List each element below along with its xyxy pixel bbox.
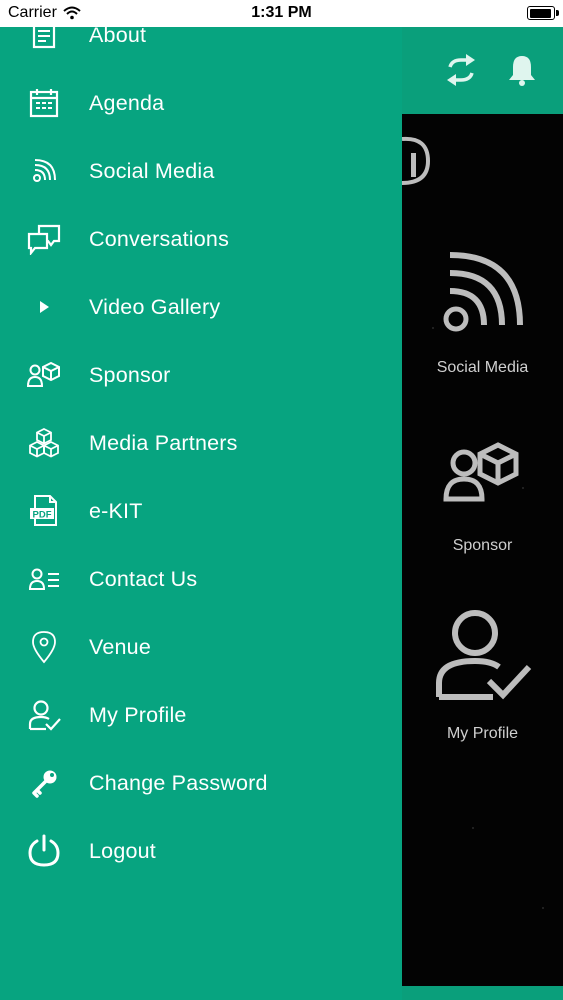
menu-item-my-profile[interactable]: My Profile [0,681,402,749]
menu-item-about[interactable]: About [0,27,402,69]
contact-card-icon [25,560,63,598]
battery-fill [529,8,552,18]
menu-item-social-media[interactable]: Social Media [0,137,402,205]
svg-text:PDF: PDF [33,510,52,521]
menu-item-video-gallery[interactable]: Video Gallery [0,273,402,341]
menu-item-media-partners[interactable]: Media Partners [0,409,402,477]
battery-icon [527,6,559,20]
menu-label: Logout [89,838,156,863]
menu-item-agenda[interactable]: Agenda [0,69,402,137]
tile-label: My Profile [446,725,519,742]
menu-item-logout[interactable]: Logout [0,817,402,885]
menu-item-change-password[interactable]: Change Password [0,749,402,817]
menu-item-contact-us[interactable]: Contact Us [0,545,402,613]
person-cube-icon [25,356,63,394]
user-check-icon [25,696,63,734]
menu-label: Social Media [89,158,215,183]
menu-item-e-kit[interactable]: PDF e-KIT [0,477,402,545]
rss-icon [443,252,523,332]
tile-social-media[interactable]: Social Media [402,247,563,377]
status-bar: Carrier 1:31 PM [0,0,563,27]
menu-label: e-KIT [89,498,143,523]
pdf-icon: PDF [25,492,63,530]
bell-icon[interactable] [506,53,538,87]
play-icon [25,288,63,326]
menu-label: Conversations [89,226,230,251]
tile-my-profile[interactable]: My Profile [402,605,563,743]
menu-label: Media Partners [89,430,238,455]
location-pin-icon [25,628,63,666]
rss-icon [25,152,63,190]
bottom-bar [402,986,563,1000]
chat-icon [25,220,63,258]
menu-label: Change Password [89,770,268,795]
document-icon [25,27,63,54]
star-decoration [472,827,474,829]
sync-icon[interactable] [444,53,478,87]
menu-item-venue[interactable]: Venue [0,613,402,681]
tile-label: Sponsor [452,537,513,554]
tile-sponsor[interactable]: Sponsor [402,439,563,555]
calendar-icon [25,84,63,122]
menu-item-conversations[interactable]: Conversations [0,205,402,273]
menu-label: About [89,27,147,47]
key-icon [25,764,63,802]
menu-label: Contact Us [89,566,198,591]
cubes-icon [25,424,63,462]
menu-label: Video Gallery [89,294,221,319]
menu-item-sponsor[interactable]: Sponsor [0,341,402,409]
user-check-icon [435,610,531,700]
background-app: Social Media Sponsor My Profile [402,27,563,1000]
app-header [402,27,563,114]
tile-label: Social Media [436,359,529,376]
partial-logo-icon [402,136,431,185]
menu-label: Sponsor [89,362,171,387]
star-decoration [542,907,544,909]
menu-label: My Profile [89,702,187,727]
menu-label: Venue [89,634,151,659]
menu-label: Agenda [89,90,165,115]
nav-drawer: About Agenda Social Media Conversations … [0,27,402,1000]
power-icon [25,832,63,870]
clock: 1:31 PM [251,4,312,21]
person-cube-icon [442,442,518,502]
